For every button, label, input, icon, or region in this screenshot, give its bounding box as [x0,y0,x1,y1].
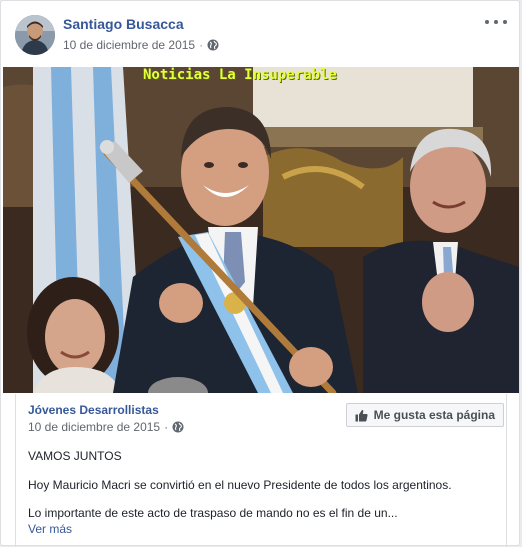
meta-separator: · [164,420,169,434]
more-options-icon[interactable] [485,13,507,31]
thumbs-up-icon [355,409,368,422]
post-timestamp[interactable]: 10 de diciembre de 2015 [63,38,195,52]
post-text-line: Hoy Mauricio Macri se convirtió en el nu… [28,478,452,492]
shared-timestamp[interactable]: 10 de diciembre de 2015 [28,420,160,434]
globe-icon[interactable] [172,421,184,433]
post-photo[interactable]: Noticias La Insuperable [3,67,519,393]
author-avatar[interactable] [15,15,55,55]
post-header: Santiago Busacca 10 de diciembre de 2015… [1,1,519,67]
shared-page-name[interactable]: Jóvenes Desarrollistas [28,403,159,417]
photo-watermark: Noticias La Insuperable [143,67,337,83]
like-page-label: Me gusta esta página [373,408,495,422]
author-name[interactable]: Santiago Busacca [63,16,184,32]
feed-post: Santiago Busacca 10 de diciembre de 2015… [0,0,520,547]
see-more-link[interactable]: Ver más [28,522,72,536]
shared-page-attachment: Jóvenes Desarrollistas 10 de diciembre d… [15,394,507,547]
meta-separator: · [199,38,204,52]
post-text-line: VAMOS JUNTOS [28,449,122,463]
post-meta: 10 de diciembre de 2015 · [63,38,219,52]
like-page-button[interactable]: Me gusta esta página [345,403,504,427]
shared-meta: 10 de diciembre de 2015 · [28,420,184,434]
globe-icon[interactable] [207,39,219,51]
post-text-line: Lo importante de este acto de traspaso d… [28,506,398,520]
